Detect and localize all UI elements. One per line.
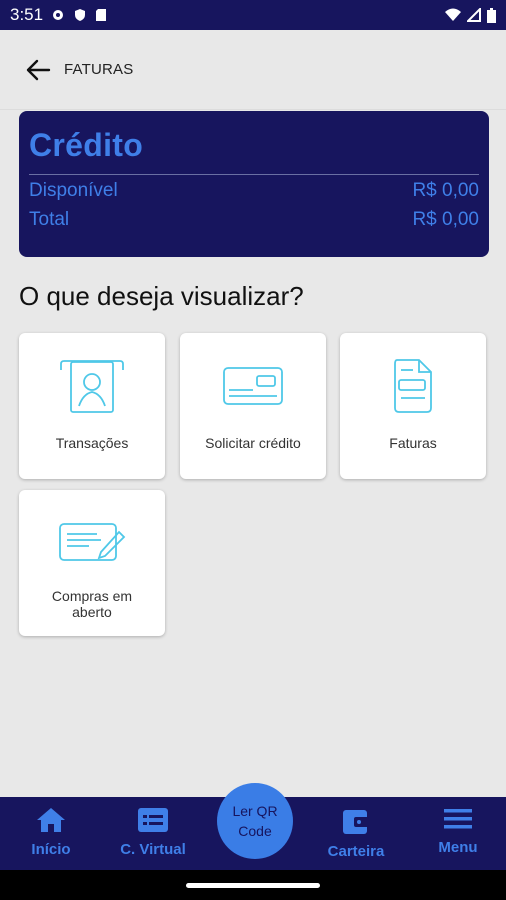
credit-card-icon xyxy=(221,355,285,417)
nav-item-menu[interactable]: Menu xyxy=(418,807,498,856)
arrow-left-icon xyxy=(26,59,51,80)
nav-label: Carteira xyxy=(327,843,385,860)
nav-label: C. Virtual xyxy=(120,841,186,858)
tile-open-purchases[interactable]: Compras em aberto xyxy=(19,490,165,636)
status-notification-icons xyxy=(51,8,107,22)
signal-icon xyxy=(467,8,481,22)
wallet-icon xyxy=(343,810,369,834)
transactions-icon xyxy=(57,355,127,417)
virtual-card-icon xyxy=(138,808,168,832)
tile-transactions[interactable]: Transações xyxy=(19,333,165,479)
tile-label: Faturas xyxy=(389,435,437,451)
nav-item-wallet[interactable]: Carteira xyxy=(316,807,396,860)
credit-row-label: Total xyxy=(29,209,70,230)
credit-divider xyxy=(29,174,479,175)
status-time: 3:51 xyxy=(10,5,44,24)
credit-row-available: Disponível R$ 0,00 xyxy=(29,180,479,202)
credit-row-value: R$ 0,00 xyxy=(412,209,479,230)
status-bar: 3:51 xyxy=(0,0,506,30)
invoice-icon xyxy=(389,355,437,417)
nav-label: Início xyxy=(31,841,71,858)
credit-row-value: R$ 0,00 xyxy=(412,180,479,201)
section-title: O que deseja visualizar? xyxy=(19,281,304,311)
tile-label: Transações xyxy=(55,435,129,451)
open-purchases-icon xyxy=(57,512,127,574)
nav-item-home[interactable]: Início xyxy=(11,807,91,858)
credit-summary-card: Crédito Disponível R$ 0,00 Total R$ 0,00 xyxy=(19,111,489,257)
settings-icon xyxy=(53,10,64,20)
credit-row-total: Total R$ 0,00 xyxy=(29,209,479,231)
menu-icon xyxy=(444,809,472,829)
tile-label: Compras em aberto xyxy=(51,588,133,620)
home-icon xyxy=(37,808,65,832)
shield-icon xyxy=(75,9,86,21)
tile-label: Solicitar crédito xyxy=(205,435,301,451)
battery-icon xyxy=(487,7,496,23)
nav-label: Menu xyxy=(438,839,478,856)
home-gesture-handle[interactable] xyxy=(186,883,320,888)
credit-row-label: Disponível xyxy=(29,180,118,201)
credit-title: Crédito xyxy=(29,127,144,163)
page-title: FATURAS xyxy=(64,61,134,78)
system-navigation-bar xyxy=(0,870,506,900)
bottom-navigation: Início C. Virtual Ler QR Code Carteira M… xyxy=(0,783,506,870)
back-button[interactable] xyxy=(18,50,58,90)
tile-request-credit[interactable]: Solicitar crédito xyxy=(180,333,326,479)
wifi-icon xyxy=(445,8,461,21)
app-bar: FATURAS xyxy=(0,30,506,110)
tile-invoices[interactable]: Faturas xyxy=(340,333,486,479)
nav-item-virtual-card[interactable]: C. Virtual xyxy=(113,807,193,858)
read-qr-code-button[interactable]: Ler QR Code xyxy=(217,783,293,859)
sd-card-icon xyxy=(96,9,107,21)
status-system-icons xyxy=(445,7,496,23)
